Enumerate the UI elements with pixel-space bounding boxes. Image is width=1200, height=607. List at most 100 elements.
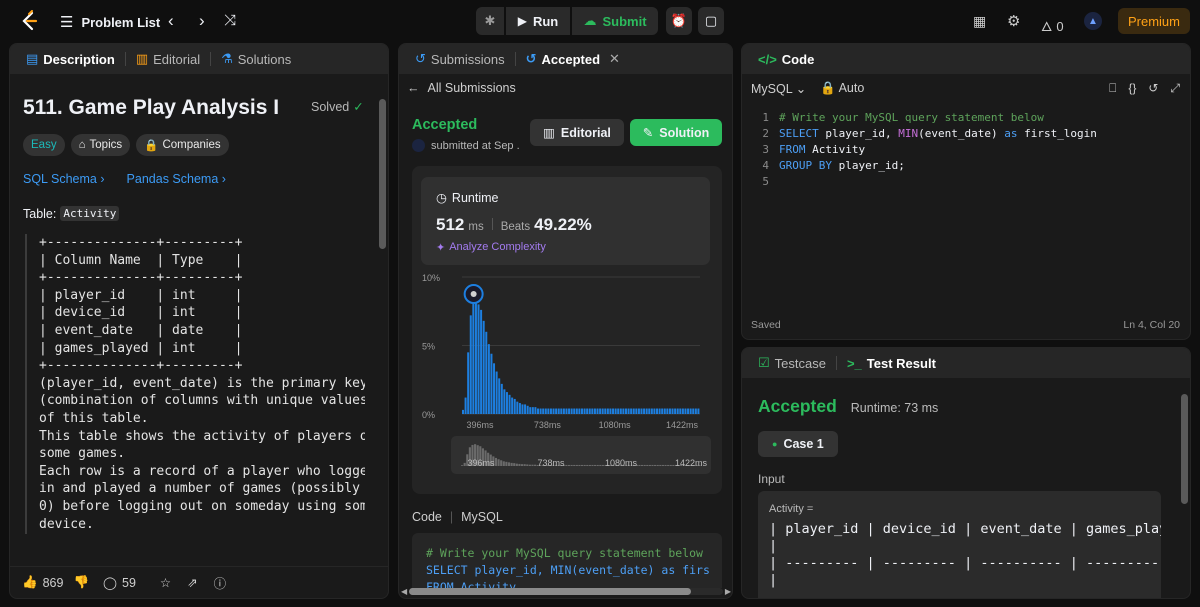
book-icon: ▥: [135, 51, 149, 66]
scrollbar[interactable]: [379, 79, 386, 559]
problem-title: 511. Game Play Analysis I: [23, 96, 280, 119]
mini-bar: [461, 465, 464, 466]
submit-button[interactable]: ☁ Submit: [572, 7, 658, 35]
next-problem-icon[interactable]: ›: [199, 11, 205, 31]
runtime-distribution-chart[interactable]: 10% 5% 0% 396ms 738ms 1080ms 1422ms: [412, 269, 722, 434]
tab-testcase[interactable]: ☑ Testcase: [752, 355, 832, 371]
mini-bar: [667, 464, 670, 466]
chart-bar: [495, 371, 498, 414]
check-circle-icon: ✓: [353, 100, 364, 114]
runtime-stats[interactable]: ◷ Runtime 512 ms Beats 49.22% ✦ Analyze Co…: [421, 177, 710, 265]
gear-icon[interactable]: ⚙: [1007, 12, 1020, 30]
tab-accepted[interactable]: ↺ Accepted ✕: [520, 51, 626, 67]
help-icon[interactable]: ⓘ: [214, 573, 227, 592]
run-button[interactable]: ▶ Run: [506, 7, 570, 35]
input-variable: Activity =: [769, 503, 814, 515]
chart-bar: [674, 408, 677, 414]
mini-bar: [497, 459, 500, 466]
mini-bar: [599, 464, 602, 466]
companies-tag[interactable]: 🔒 Companies: [136, 134, 229, 156]
editorial-button[interactable]: ▥ Editorial: [530, 119, 624, 146]
pandas-schema-link[interactable]: Pandas Schema ›: [127, 172, 226, 186]
mini-bar: [591, 464, 594, 466]
scroll-right-icon[interactable]: ▶: [725, 587, 731, 596]
analyze-complexity-link[interactable]: ✦ Analyze Complexity: [436, 241, 546, 254]
reset-icon[interactable]: ↺: [1148, 81, 1158, 96]
scrollbar-thumb[interactable]: [1181, 394, 1188, 504]
chart-bar: [679, 408, 682, 414]
input-row: | player_id | device_id | event_date | g…: [769, 521, 1161, 537]
solution-button[interactable]: ✎ Solution: [630, 119, 722, 146]
chart-bar: [676, 408, 679, 414]
tab-editorial[interactable]: ▥ Editorial: [130, 51, 206, 67]
layout-icon[interactable]: ▦: [973, 13, 986, 30]
input-box: Activity = | player_id | device_id | eve…: [758, 491, 1161, 598]
mini-bar: [583, 464, 586, 466]
shuffle-icon[interactable]: ⤨: [224, 12, 236, 29]
debug-icon[interactable]: ✱: [476, 7, 504, 35]
horizontal-scrollbar[interactable]: ◀ ▶: [401, 586, 731, 596]
timer-icon[interactable]: ⏰: [666, 7, 692, 35]
scrollbar-thumb[interactable]: [409, 587, 692, 595]
case-1-button[interactable]: ● Case 1: [758, 431, 838, 457]
play-icon: ▶: [517, 14, 527, 28]
tab-description[interactable]: ▤ Description: [20, 51, 121, 67]
tab-code[interactable]: </> Code: [752, 52, 820, 67]
topics-tag[interactable]: ⌂ Topics: [70, 134, 131, 156]
chart-bar: [531, 407, 534, 414]
chart-bar: [565, 408, 568, 414]
description-panel: ▤ Description ▥ Editorial ⚗ Solutions 511. …: [9, 43, 389, 599]
like-button[interactable]: 👍 869: [22, 575, 63, 590]
tab-solutions[interactable]: ⚗ Solutions: [215, 51, 297, 67]
scrollbar[interactable]: [1181, 388, 1188, 598]
mini-bar: [661, 464, 664, 466]
avatar[interactable]: ▲: [1084, 12, 1102, 30]
mini-bar: [646, 464, 649, 466]
sql-schema-link[interactable]: SQL Schema ›: [23, 172, 105, 186]
code-editor[interactable]: 1 # Write your MySQL query statement belo…: [751, 109, 1097, 189]
x-tick-label: 1422ms: [666, 420, 699, 430]
scrollbar-track[interactable]: [409, 587, 723, 595]
problem-list-button[interactable]: ☰ Problem List: [60, 13, 160, 31]
thumbs-down-icon[interactable]: 👎: [73, 575, 89, 590]
run-submit-group: ✱ ▶ Run ☁ Submit: [476, 7, 658, 35]
chart-bar: [500, 383, 503, 414]
mini-bar: [669, 464, 672, 466]
chart-bar: [573, 408, 576, 414]
result-header: Accepted Runtime: 73 ms: [758, 396, 938, 417]
mini-bar: [648, 464, 651, 466]
sparkle-icon: ✦: [436, 242, 446, 254]
description-tabs: ▤ Description ▥ Editorial ⚗ Solutions: [10, 44, 388, 74]
scrollbar-thumb[interactable]: [379, 99, 386, 249]
premium-button[interactable]: Premium: [1118, 8, 1190, 34]
chart-range-slider[interactable]: 396ms 738ms 1080ms 1422ms: [451, 436, 711, 474]
chart-bar: [472, 303, 475, 414]
close-icon[interactable]: ✕: [609, 51, 620, 67]
x-tick-label: 738ms: [534, 420, 562, 430]
chart-bar: [485, 331, 488, 414]
tab-divider: [514, 52, 516, 66]
divider: [491, 218, 493, 230]
prev-problem-icon[interactable]: ‹: [168, 11, 174, 31]
bookmark-icon[interactable]: ⎕: [1109, 81, 1116, 96]
chart-bar: [637, 408, 640, 414]
streak-counter[interactable]: 🜂 0: [1041, 13, 1064, 39]
chart-bar: [477, 304, 480, 414]
tab-test-result[interactable]: >_ Test Result: [841, 356, 942, 371]
scroll-left-icon[interactable]: ◀: [401, 587, 407, 596]
leetcode-logo-icon[interactable]: [18, 10, 40, 32]
dot-icon: ●: [772, 439, 778, 449]
notes-icon[interactable]: ▢: [698, 7, 724, 35]
language-select[interactable]: MySQL ⌄: [751, 81, 806, 96]
comments-button[interactable]: ◯ 59: [103, 575, 136, 591]
expand-icon[interactable]: ⤢: [1170, 81, 1180, 96]
mini-bar: [523, 464, 526, 466]
share-icon[interactable]: ⇗: [187, 575, 197, 590]
difficulty-badge[interactable]: Easy: [23, 134, 65, 156]
braces-icon[interactable]: {}: [1128, 81, 1136, 96]
all-submissions-link[interactable]: ← All Submissions: [407, 81, 516, 95]
tab-submissions[interactable]: ↺ Submissions: [409, 51, 511, 67]
auto-mode[interactable]: 🔒 Auto: [820, 81, 864, 96]
star-icon[interactable]: ☆: [160, 575, 171, 590]
chart-bar: [614, 408, 617, 414]
